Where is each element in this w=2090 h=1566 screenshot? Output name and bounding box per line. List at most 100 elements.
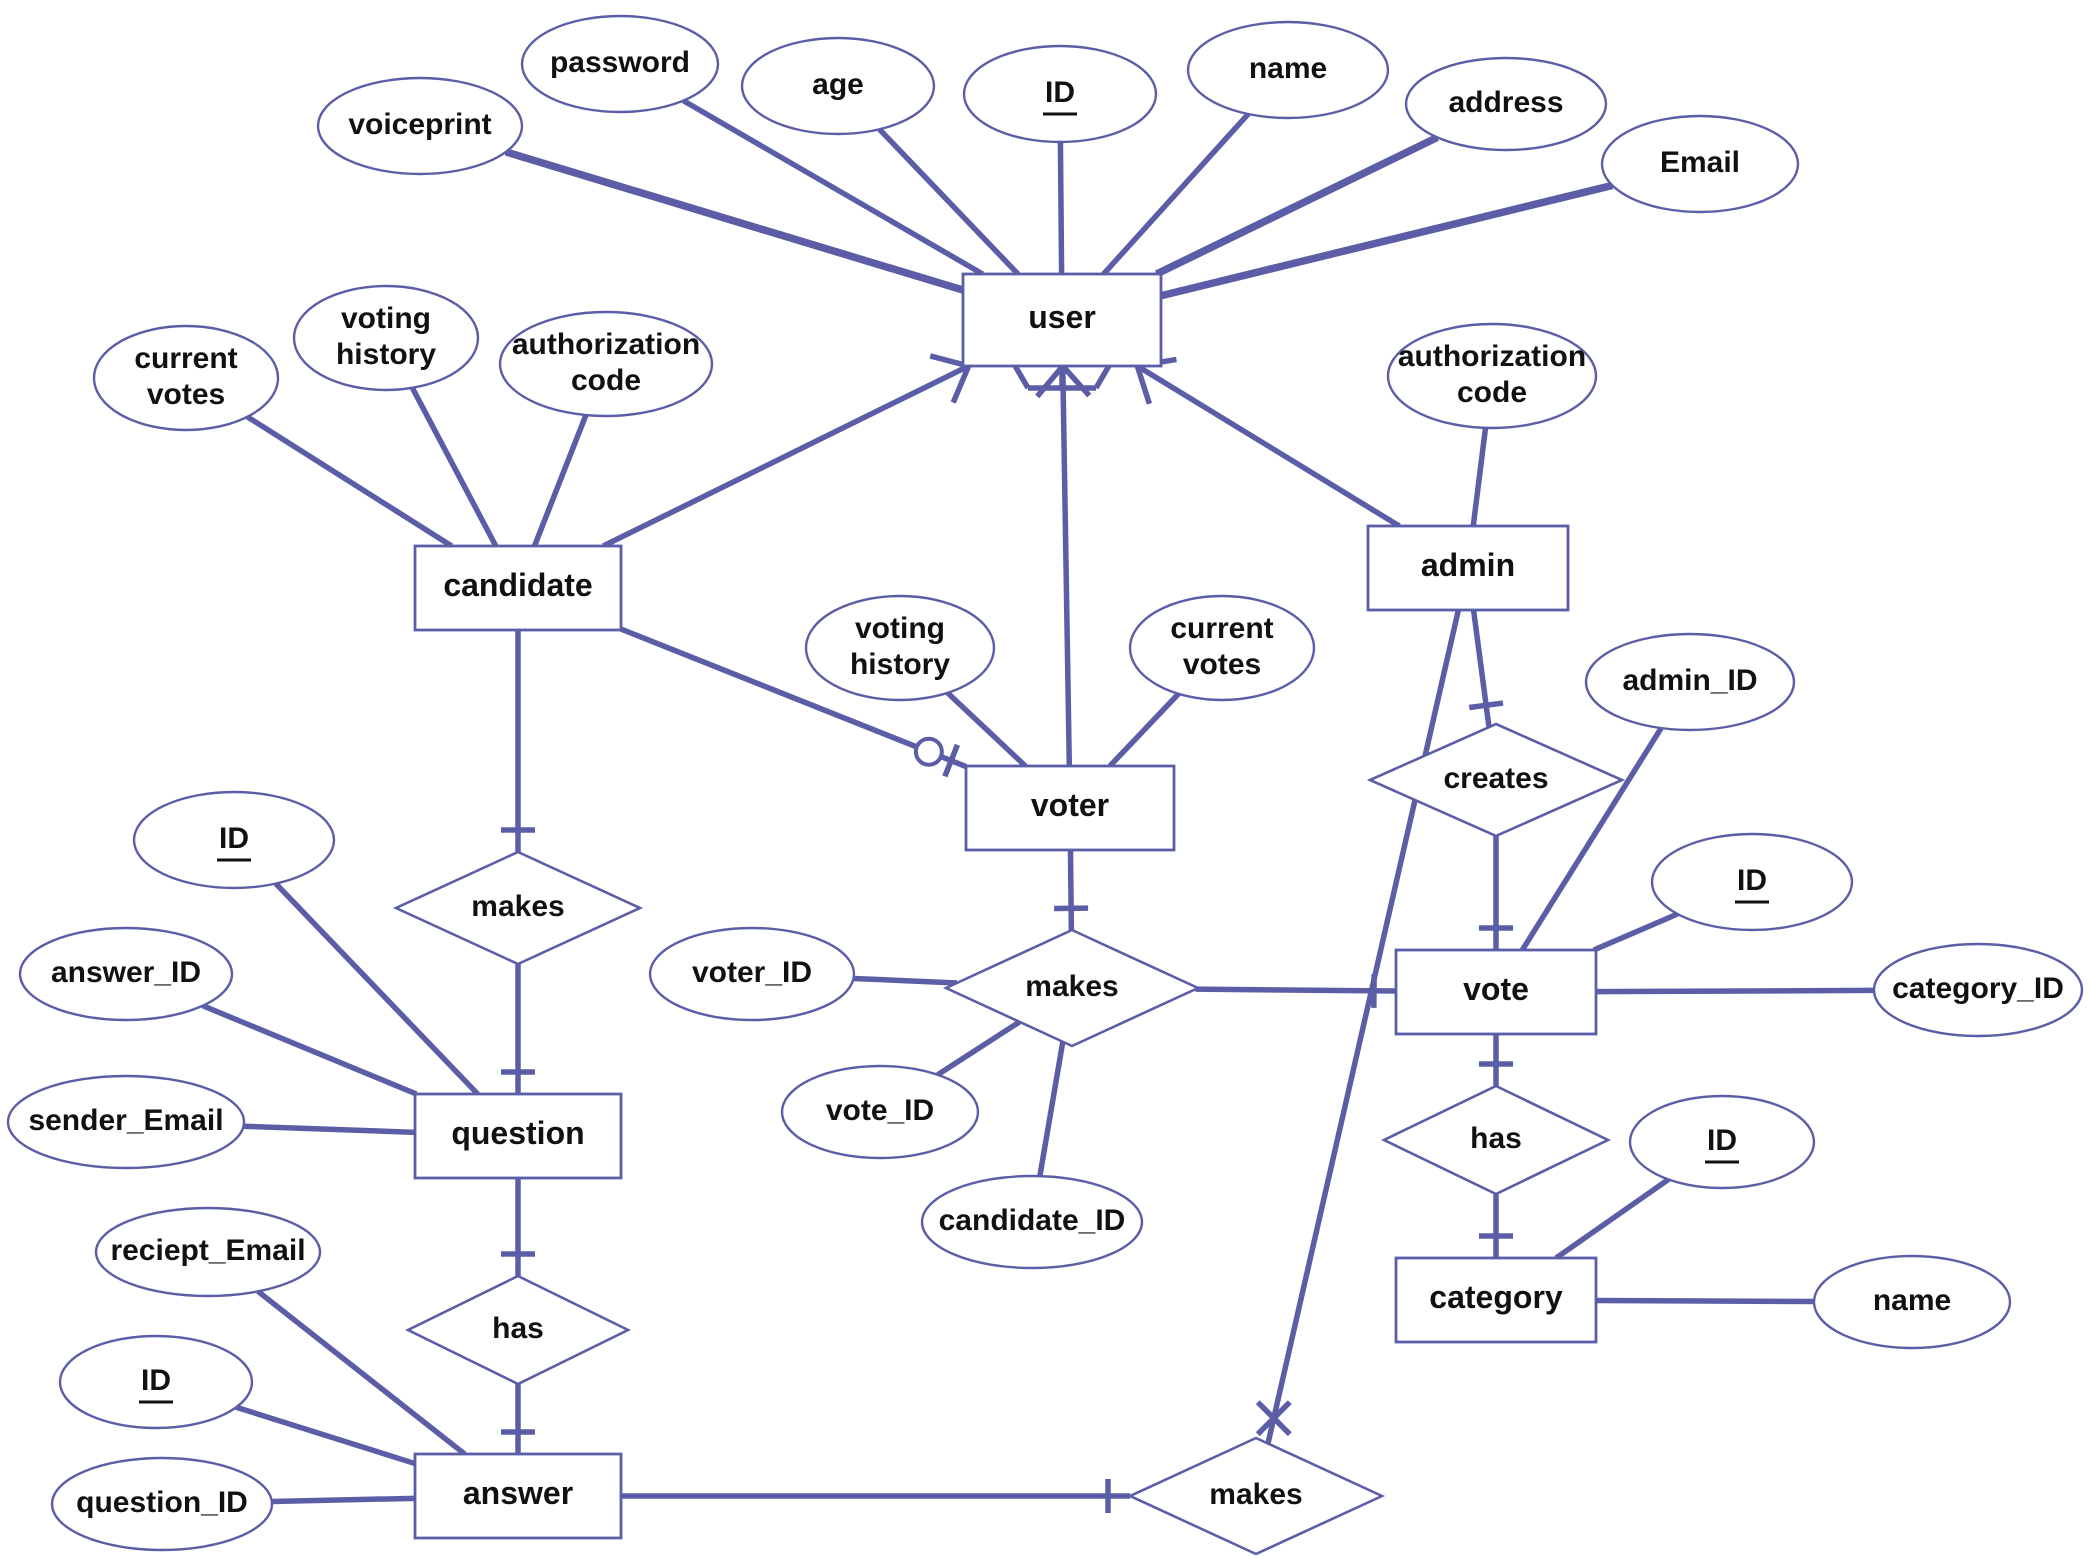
attribute-label-category-id: ID [1707, 1124, 1737, 1157]
attribute-user-name[interactable]: name [1186, 20, 1390, 120]
attribute-mv-voter-id[interactable]: voter_ID [648, 926, 856, 1022]
connector-c-voter-currentvotes [1107, 691, 1181, 768]
entity-question[interactable]: question [413, 1092, 623, 1180]
connector-c-user-id [1057, 141, 1065, 275]
attribute-a-reciept-email[interactable]: reciept_Email [94, 1206, 322, 1298]
connector-c-user-voter [1060, 365, 1073, 767]
attribute-label-mv-voter-id: voter_ID [692, 956, 812, 989]
entity-label-user: user [1028, 299, 1096, 335]
relationship-has-category[interactable]: has [1381, 1084, 1611, 1196]
connector-c-voter-makesvote [1067, 849, 1075, 931]
relationship-makes-question[interactable]: makes [392, 850, 644, 966]
attribute-admin-auth-code[interactable]: authorization code [1386, 322, 1598, 430]
connector-c-makesvote-vote [1195, 986, 1397, 994]
attribute-label-user-password: password [550, 46, 690, 79]
connector-c-mv-voterid [853, 975, 958, 986]
relationship-label-creates-vote: creates [1443, 762, 1548, 795]
attribute-label-user-name: name [1249, 52, 1327, 85]
attribute-q-sender-email[interactable]: sender_Email [6, 1074, 246, 1170]
attribute-cand-current-votes[interactable]: current votes [92, 324, 280, 432]
attribute-user-voiceprint[interactable]: voiceprint [316, 76, 524, 176]
connector-c-cand-votinghistory [409, 386, 499, 548]
attribute-label-user-id: ID [1045, 76, 1075, 109]
attribute-vote-admin-id[interactable]: admin_ID [1584, 632, 1796, 732]
cardinality-marker-layer [501, 353, 1513, 1513]
relationship-has-answer[interactable]: has [405, 1274, 631, 1386]
entity-label-voter: voter [1031, 787, 1109, 823]
connector-c-category-id [1554, 1177, 1671, 1261]
relationship-label-makes-vote: makes [1025, 970, 1118, 1003]
entity-vote[interactable]: vote [1394, 948, 1598, 1036]
attribute-label-user-address: address [1448, 86, 1563, 119]
node-layer: voiceprint password age ID name address Email c… [6, 14, 2084, 1556]
attribute-label-vote-category-id: category_ID [1892, 972, 2064, 1005]
attribute-vote-id[interactable]: ID [1650, 832, 1854, 932]
entity-user[interactable]: user [961, 272, 1163, 368]
attribute-category-name[interactable]: name [1812, 1254, 2012, 1350]
entity-voter[interactable]: voter [964, 764, 1176, 852]
er-diagram-canvas: voiceprint password age ID name address Email c… [0, 0, 2090, 1566]
attribute-cand-auth-code[interactable]: authorization code [498, 310, 714, 418]
connector-c-user-name [1101, 112, 1251, 276]
connector-c-category-name [1595, 1297, 1815, 1305]
relationship-label-makes-question: makes [471, 890, 564, 923]
entity-admin[interactable]: admin [1366, 524, 1570, 612]
attribute-label-q-id: ID [219, 822, 249, 855]
attribute-label-category-name: name [1873, 1284, 1951, 1317]
attribute-user-password[interactable]: password [520, 14, 720, 114]
attribute-voter-voting-history[interactable]: voting history [804, 594, 996, 702]
attribute-mv-vote-id[interactable]: vote_ID [780, 1064, 980, 1160]
connector-c-q-answerid [201, 1003, 418, 1097]
relationship-label-makes-answer: makes [1209, 1478, 1302, 1511]
attribute-label-mv-candidate-id: candidate_ID [939, 1204, 1126, 1237]
connector-c-admin-creates [1470, 609, 1492, 728]
relationship-label-has-category: has [1470, 1122, 1522, 1155]
relationship-makes-vote[interactable]: makes [942, 928, 1202, 1048]
attribute-voter-current-votes[interactable]: current votes [1128, 594, 1316, 702]
attribute-user-age[interactable]: age [740, 36, 936, 136]
connector-c-cand-currentvotes [245, 414, 454, 549]
attribute-a-question-id[interactable]: question_ID [50, 1456, 274, 1552]
connector-c-cand-authcode [531, 414, 589, 548]
attribute-cand-voting-history[interactable]: voting history [292, 284, 480, 392]
entity-label-candidate: candidate [443, 567, 592, 603]
connector-c-admin-authcode [1470, 427, 1489, 527]
connector-c-q-senderemail [243, 1123, 416, 1136]
connector-c-a-questionid [271, 1495, 416, 1505]
relationship-makes-answer[interactable]: makes [1126, 1436, 1386, 1556]
connector-c-user-admin [1135, 363, 1401, 529]
connector-c-a-recieptemail [256, 1289, 467, 1457]
er-diagram-svg: voiceprint password age ID name address Email c… [6, 14, 2084, 1556]
attribute-user-email[interactable]: Email [1600, 114, 1800, 214]
attribute-user-id[interactable]: ID [962, 44, 1158, 144]
attribute-label-a-question-id: question_ID [76, 1486, 248, 1519]
attribute-label-vote-id: ID [1737, 864, 1767, 897]
cardinality-zero-or-one-c-candidate-voter [913, 736, 960, 778]
attribute-a-id[interactable]: ID [58, 1334, 254, 1430]
entity-label-question: question [451, 1115, 584, 1151]
attribute-q-id[interactable]: ID [132, 790, 336, 890]
entity-label-admin: admin [1421, 547, 1515, 583]
connector-c-vote-categoryid [1595, 987, 1875, 995]
attribute-label-mv-vote-id: vote_ID [826, 1094, 934, 1127]
attribute-label-user-voiceprint: voiceprint [348, 108, 491, 141]
crowsfoot-cluster-user [1011, 362, 1113, 391]
entity-answer[interactable]: answer [413, 1452, 623, 1540]
entity-label-answer: answer [463, 1475, 573, 1511]
attribute-category-id[interactable]: ID [1628, 1094, 1816, 1190]
connector-c-mv-voteid [936, 1019, 1022, 1078]
connector-c-mv-candidateid [1037, 1041, 1066, 1177]
entity-candidate[interactable]: candidate [413, 544, 623, 632]
attribute-q-answer-id[interactable]: answer_ID [18, 926, 234, 1022]
attribute-vote-category-id[interactable]: category_ID [1872, 942, 2084, 1038]
attribute-user-address[interactable]: address [1404, 56, 1608, 152]
relationship-label-has-answer: has [492, 1312, 544, 1345]
attribute-label-user-email: Email [1660, 146, 1740, 179]
connector-c-vote-id [1592, 911, 1679, 953]
connector-c-a-id [235, 1404, 416, 1467]
attribute-label-a-id: ID [141, 1364, 171, 1397]
attribute-mv-candidate-id[interactable]: candidate_ID [920, 1174, 1144, 1270]
attribute-label-q-sender-email: sender_Email [28, 1104, 223, 1137]
attribute-label-vote-admin-id: admin_ID [1622, 664, 1757, 697]
entity-category[interactable]: category [1394, 1256, 1598, 1344]
